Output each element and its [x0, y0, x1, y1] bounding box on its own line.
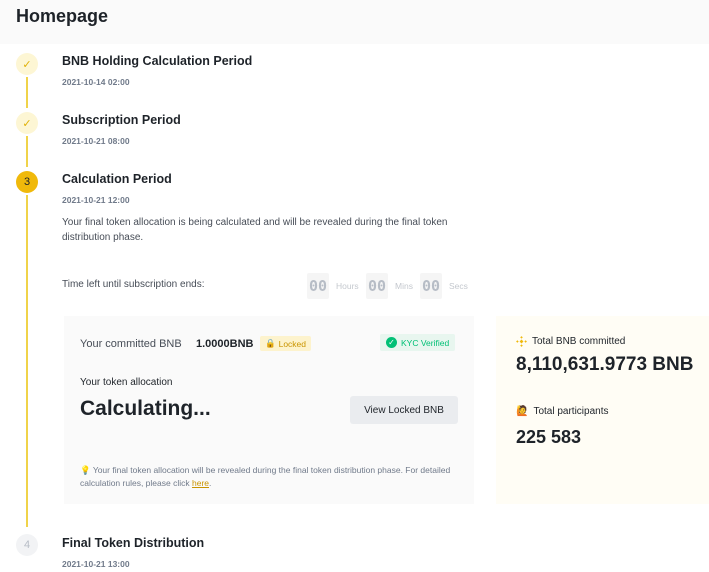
locked-badge: 🔒 Locked [260, 336, 312, 351]
check-circle-icon: ✓ [386, 337, 397, 348]
allocation-note-text: Your final token allocation will be reve… [80, 465, 451, 488]
kyc-badge: ✓ KYC Verified [380, 334, 456, 351]
participants-label: 🙋 Total participants [516, 406, 609, 417]
page-header: Homepage [0, 0, 709, 44]
step-number-badge: 4 [16, 534, 38, 556]
committed-bnb-value: 1.0000BNB [196, 338, 254, 350]
step-title: Final Token Distribution [62, 536, 205, 550]
main-content: ✓ BNB Holding Calculation Period 2021-10… [0, 44, 709, 572]
token-allocation-value: Calculating... [80, 397, 211, 420]
step-title: BNB Holding Calculation Period [62, 54, 253, 68]
total-bnb-label-text: Total BNB committed [532, 336, 626, 347]
countdown-mins: 00 [366, 273, 388, 299]
lock-icon: 🔒 [265, 338, 276, 348]
allocation-note-end: . [209, 478, 212, 488]
step-check-icon: ✓ [16, 53, 38, 75]
step-date: 2021-10-21 12:00 [62, 195, 130, 205]
step-title: Subscription Period [62, 113, 181, 127]
locked-badge-label: Locked [278, 338, 307, 349]
bnb-icon [516, 336, 527, 347]
countdown-hours-unit: Hours [336, 281, 359, 291]
total-bnb-label: Total BNB committed [516, 336, 625, 347]
token-allocation-label: Your token allocation [80, 377, 173, 388]
step-check-icon: ✓ [16, 112, 38, 134]
timeline-connector [26, 77, 28, 108]
calculation-rules-link[interactable]: here [192, 478, 209, 488]
stats-panel: Total BNB committed 8,110,631.9773 BNB 🙋… [496, 316, 709, 504]
kyc-badge-label: KYC Verified [401, 337, 450, 348]
page-title: Homepage [16, 6, 109, 26]
countdown-secs: 00 [420, 273, 442, 299]
participants-value: 225 583 [516, 427, 582, 447]
step-date: 2021-10-21 08:00 [62, 136, 130, 146]
countdown-mins-unit: Mins [395, 281, 413, 291]
countdown-secs-unit: Secs [449, 281, 468, 291]
view-locked-bnb-button[interactable]: View Locked BNB [350, 396, 458, 424]
countdown-label: Time left until subscription ends: [62, 279, 205, 290]
allocation-card: Your committed BNB 1.0000BNB 🔒 Locked ✓ … [64, 316, 474, 504]
step-date: 2021-10-21 13:00 [62, 559, 130, 569]
countdown-hours: 00 [307, 273, 329, 299]
step-number-badge: 3 [16, 171, 38, 193]
participants-label-text: Total participants [533, 406, 609, 417]
timeline-connector [26, 136, 28, 167]
timeline-connector [26, 195, 28, 527]
step-title: Calculation Period [62, 172, 172, 186]
committed-bnb-label: Your committed BNB [80, 338, 182, 350]
allocation-note: 💡 Your final token allocation will be re… [80, 464, 460, 490]
step-date: 2021-10-14 02:00 [62, 77, 130, 87]
step-description: Your final token allocation is being cal… [62, 217, 448, 243]
participants-icon: 🙋 [516, 406, 529, 417]
total-bnb-value: 8,110,631.9773 BNB [516, 354, 694, 375]
lightbulb-icon: 💡 [80, 465, 91, 475]
